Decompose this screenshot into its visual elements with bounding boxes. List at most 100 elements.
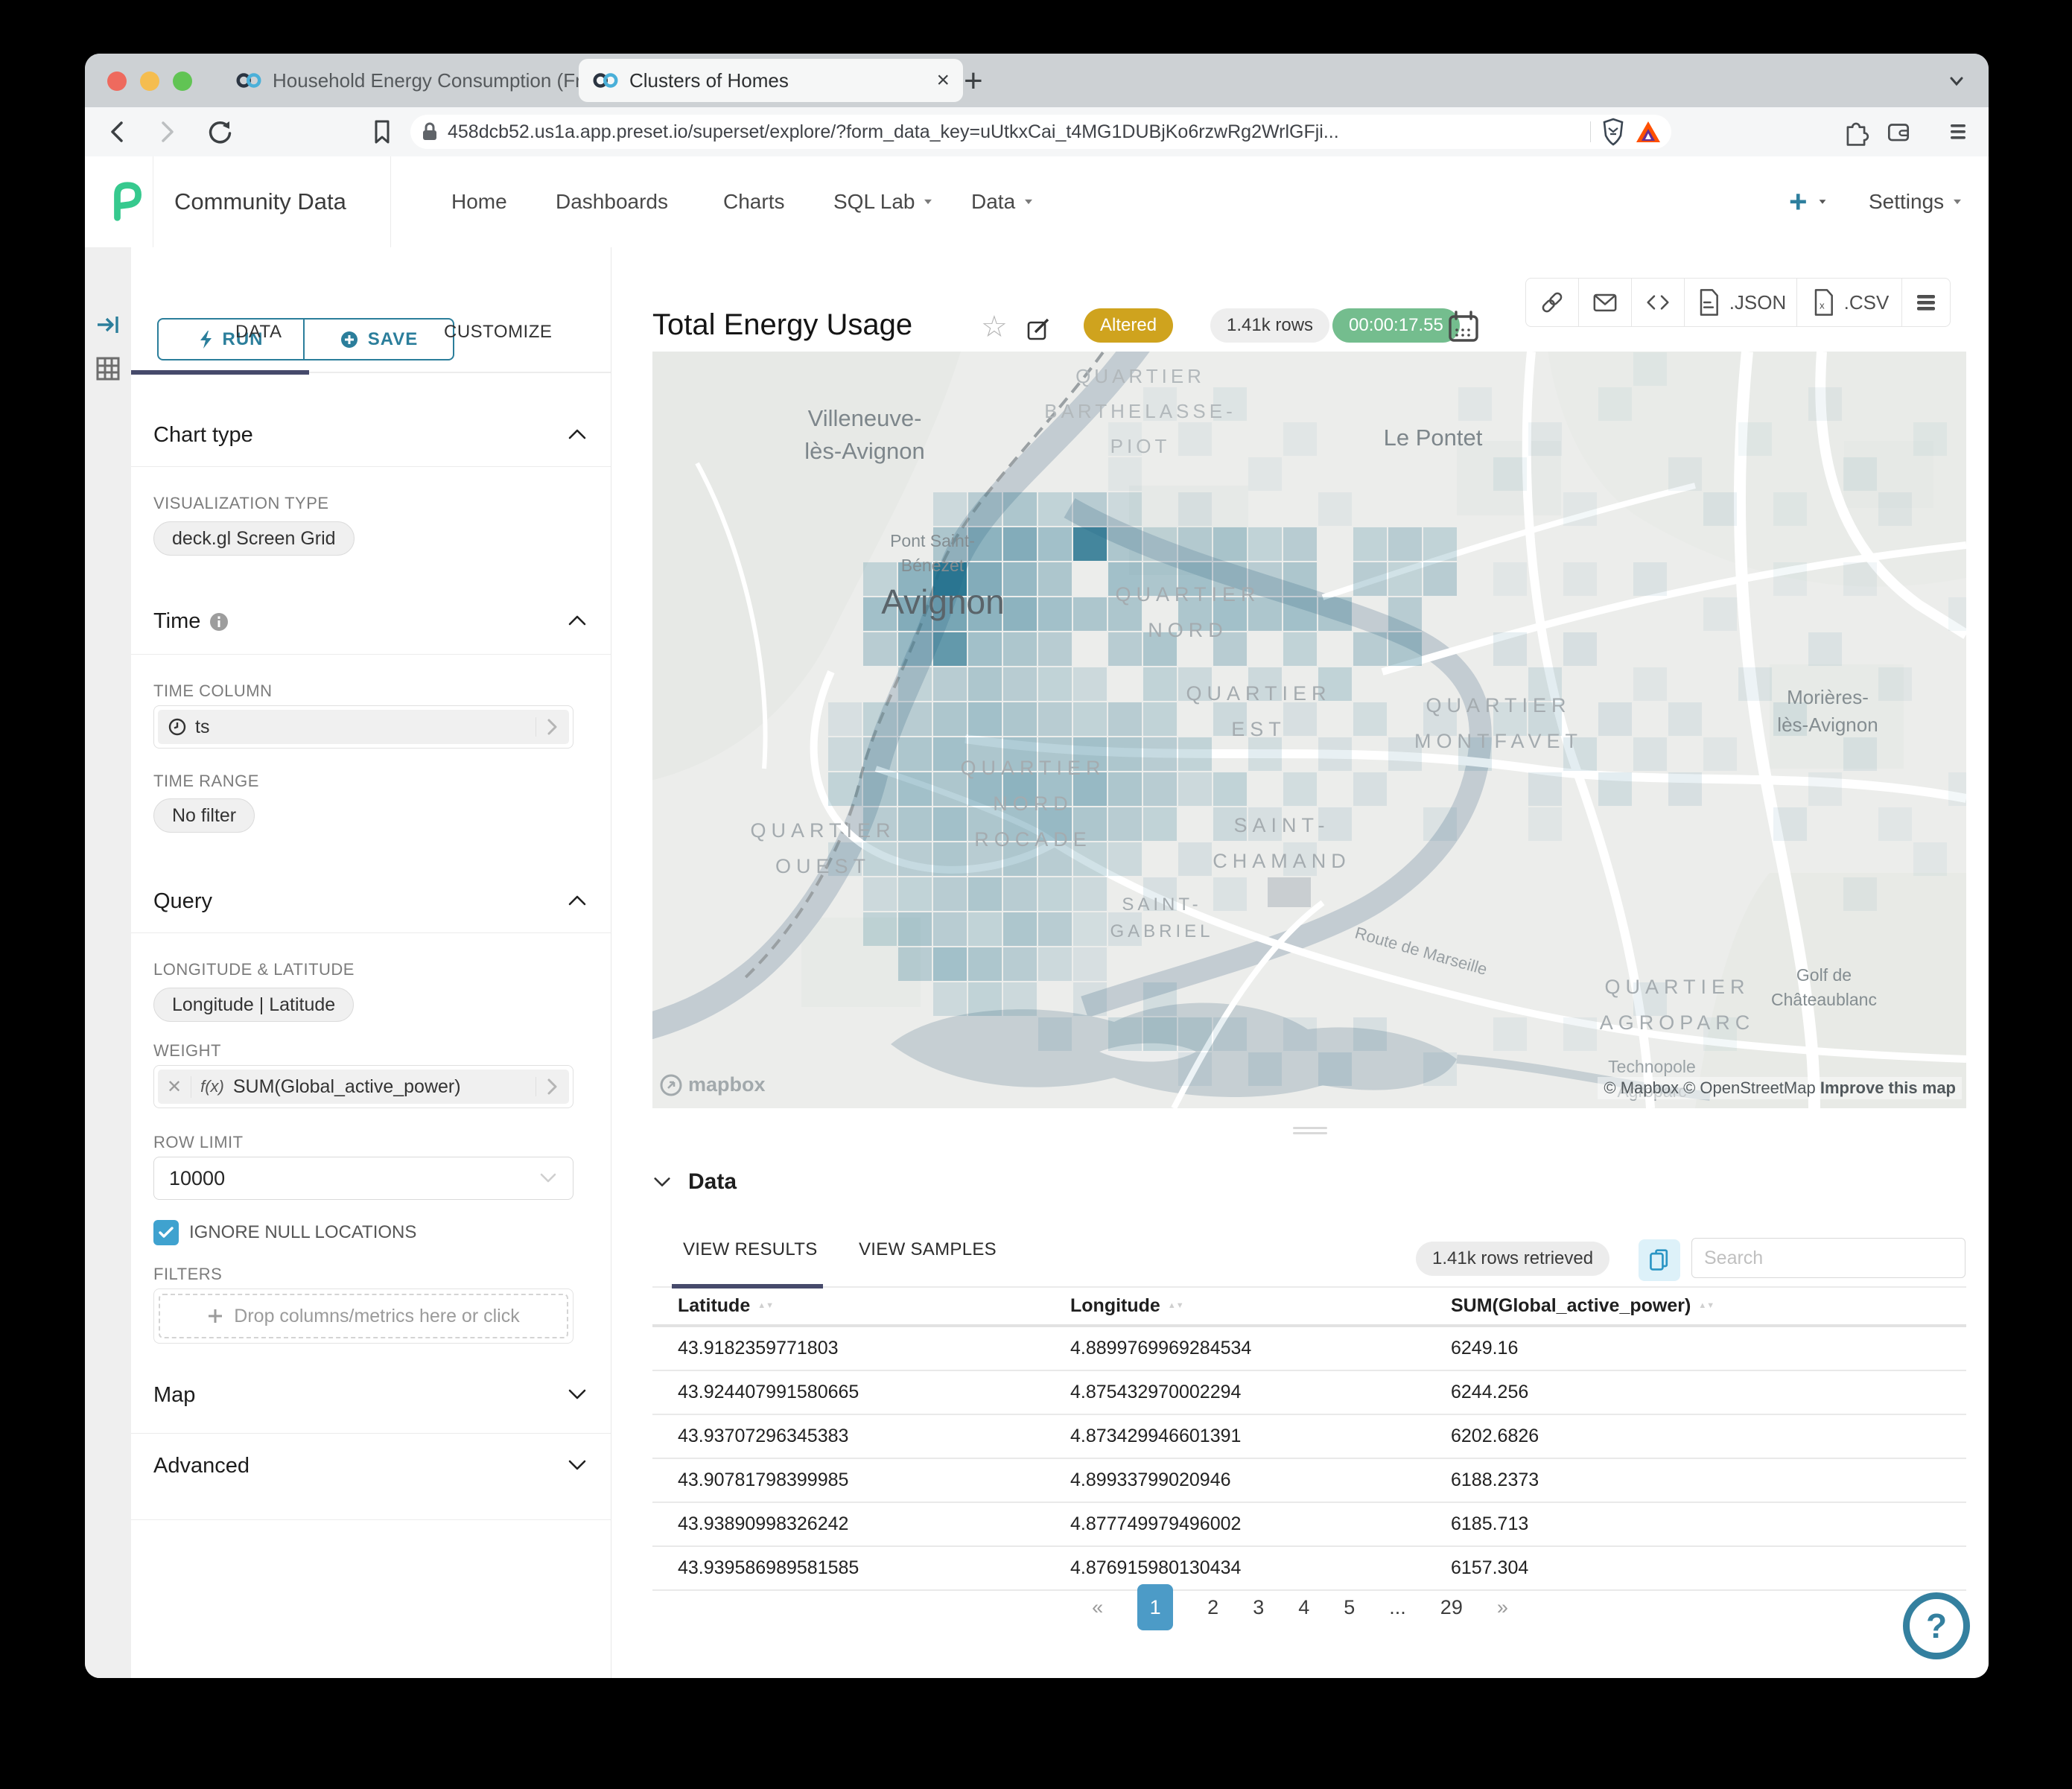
grid-cell[interactable] bbox=[1178, 842, 1212, 876]
table-row[interactable]: 43.9182359771803 4.8899769969284534 6249.1… bbox=[652, 1327, 1966, 1371]
grid-cell[interactable] bbox=[1423, 1052, 1457, 1086]
tab-view-results[interactable]: VIEW RESULTS bbox=[683, 1239, 818, 1260]
column-header-longitude[interactable]: Longitude ▲▼ bbox=[1045, 1295, 1426, 1317]
grid-cell[interactable] bbox=[933, 912, 967, 946]
edit-title-icon[interactable] bbox=[1026, 316, 1052, 343]
chevron-right-icon[interactable] bbox=[536, 717, 559, 737]
row-limit-select[interactable]: 10000 bbox=[153, 1157, 573, 1200]
grid-cell[interactable] bbox=[1178, 422, 1212, 456]
nav-item-dashboards[interactable]: Dashboards bbox=[556, 156, 668, 247]
grid-cell[interactable] bbox=[1633, 352, 1667, 386]
settings-menu[interactable]: Settings bbox=[1869, 156, 1963, 247]
grid-cell[interactable] bbox=[1003, 702, 1037, 736]
grid-cell[interactable] bbox=[1318, 597, 1352, 631]
bookmark-icon[interactable] bbox=[365, 115, 399, 149]
nav-item-charts[interactable]: Charts bbox=[723, 156, 784, 247]
data-section-title[interactable]: Data bbox=[688, 1169, 737, 1195]
grid-cell[interactable] bbox=[1108, 702, 1142, 736]
forward-button[interactable] bbox=[149, 115, 183, 149]
table-row[interactable]: 43.93707296345383 4.873429946601391 6202.6… bbox=[652, 1415, 1966, 1459]
grid-cell[interactable] bbox=[1388, 527, 1422, 561]
grid-cell[interactable] bbox=[1003, 492, 1037, 526]
grid-cell[interactable] bbox=[898, 737, 932, 771]
improve-map-link[interactable]: Improve this map bbox=[1820, 1078, 1956, 1097]
grid-cell[interactable] bbox=[1913, 422, 1947, 456]
chevron-up-icon[interactable] bbox=[567, 614, 588, 627]
grid-cell[interactable] bbox=[1738, 422, 1772, 456]
nav-item-home[interactable]: Home bbox=[451, 156, 507, 247]
table-row[interactable]: 43.93890998326242 4.877749979496002 6185.7… bbox=[652, 1503, 1966, 1547]
grid-cell[interactable] bbox=[1108, 842, 1142, 876]
grid-cell[interactable] bbox=[968, 702, 1002, 736]
grid-cell[interactable] bbox=[1878, 807, 1912, 841]
embed-code-button[interactable] bbox=[1632, 279, 1685, 326]
grid-cell[interactable] bbox=[1843, 737, 1877, 771]
grid-cell[interactable] bbox=[1388, 562, 1422, 596]
grid-cell[interactable] bbox=[1073, 982, 1107, 1016]
sort-icon[interactable]: ▲▼ bbox=[1698, 1302, 1715, 1310]
grid-cell[interactable] bbox=[1598, 387, 1632, 421]
grid-cell[interactable] bbox=[968, 982, 1002, 1016]
panel-resize-handle[interactable] bbox=[1293, 1124, 1327, 1137]
section-advanced[interactable]: Advanced bbox=[153, 1454, 250, 1478]
grid-cell[interactable] bbox=[1143, 667, 1177, 701]
grid-cell[interactable] bbox=[1213, 1017, 1247, 1051]
grid-cell[interactable] bbox=[1038, 527, 1072, 561]
grid-cell[interactable] bbox=[863, 702, 897, 736]
grid-cell[interactable] bbox=[933, 492, 967, 526]
extensions-puzzle-icon[interactable] bbox=[1839, 115, 1873, 149]
grid-cell[interactable] bbox=[968, 492, 1002, 526]
grid-cell[interactable] bbox=[863, 737, 897, 771]
grid-cell[interactable] bbox=[898, 667, 932, 701]
grid-cell[interactable] bbox=[1143, 982, 1177, 1016]
grid-cell[interactable] bbox=[1213, 877, 1247, 911]
chevron-right-icon[interactable] bbox=[536, 1077, 559, 1096]
collapse-data-chevron-icon[interactable] bbox=[652, 1175, 672, 1189]
tab-view-samples[interactable]: VIEW SAMPLES bbox=[859, 1239, 997, 1260]
grid-cell[interactable] bbox=[1808, 632, 1842, 666]
chevron-up-icon[interactable] bbox=[567, 428, 588, 441]
grid-cell[interactable] bbox=[1738, 667, 1772, 701]
chevron-up-icon[interactable] bbox=[567, 894, 588, 907]
grid-cell[interactable] bbox=[933, 982, 967, 1016]
grid-cell[interactable] bbox=[933, 877, 967, 911]
grid-cell[interactable] bbox=[968, 877, 1002, 911]
grid-cell[interactable] bbox=[1178, 527, 1212, 561]
page-button[interactable]: ... bbox=[1389, 1596, 1406, 1619]
grid-cell[interactable] bbox=[933, 702, 967, 736]
bat-rewards-icon[interactable] bbox=[1636, 120, 1661, 144]
grid-cell[interactable] bbox=[1353, 527, 1387, 561]
export-csv-button[interactable]: x .CSV bbox=[1797, 279, 1902, 326]
grid-cell[interactable] bbox=[1003, 667, 1037, 701]
grid-cell[interactable] bbox=[1108, 807, 1142, 841]
grid-cell[interactable] bbox=[1108, 1017, 1142, 1051]
grid-cell[interactable] bbox=[1213, 527, 1247, 561]
grid-cell[interactable] bbox=[1668, 772, 1702, 806]
grid-cell[interactable] bbox=[1178, 492, 1212, 526]
search-input[interactable] bbox=[1691, 1238, 1965, 1278]
time-column-field[interactable]: ts bbox=[153, 705, 573, 749]
grid-cell[interactable] bbox=[898, 632, 932, 666]
grid-cell[interactable] bbox=[1038, 667, 1072, 701]
ignore-null-row[interactable]: IGNORE NULL LOCATIONS bbox=[153, 1220, 416, 1245]
grid-cell[interactable] bbox=[1283, 422, 1317, 456]
grid-cell[interactable] bbox=[1388, 632, 1422, 666]
grid-cell[interactable] bbox=[1073, 597, 1107, 631]
grid-cell[interactable] bbox=[1003, 597, 1037, 631]
preset-logo[interactable] bbox=[106, 179, 152, 225]
grid-cell[interactable] bbox=[1038, 1017, 1072, 1051]
grid-cell[interactable] bbox=[1283, 772, 1317, 806]
lonlat-pill[interactable]: Longitude | Latitude bbox=[153, 988, 355, 1022]
grid-cell[interactable] bbox=[1528, 772, 1562, 806]
mapbox-logo[interactable]: mapbox bbox=[660, 1073, 766, 1096]
viz-type-pill[interactable]: deck.gl Screen Grid bbox=[153, 521, 355, 556]
grid-cell[interactable] bbox=[1913, 842, 1947, 876]
grid-cell[interactable] bbox=[1668, 702, 1702, 736]
workspace-name[interactable]: Community Data bbox=[174, 156, 346, 247]
grid-cell[interactable] bbox=[1283, 632, 1317, 666]
wallet-icon[interactable] bbox=[1881, 115, 1916, 149]
chevron-down-icon[interactable] bbox=[567, 1458, 588, 1472]
grid-cell[interactable] bbox=[1633, 667, 1667, 701]
grid-cell[interactable] bbox=[1248, 737, 1282, 771]
grid-cell[interactable] bbox=[1108, 632, 1142, 666]
